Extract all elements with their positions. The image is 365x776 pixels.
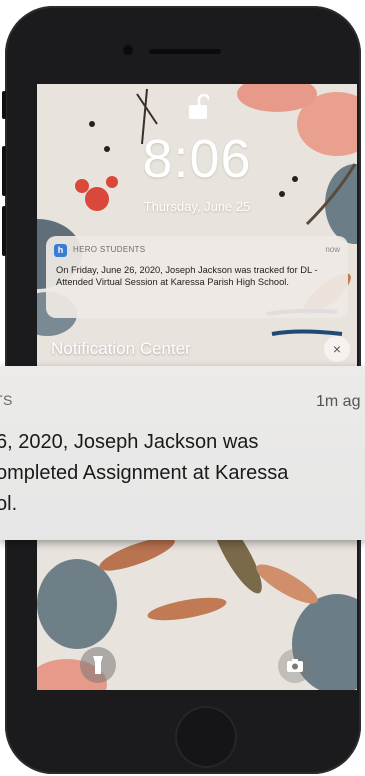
lock-time: 8:06: [142, 129, 252, 189]
unlock-icon: [189, 94, 209, 119]
flashlight-button[interactable]: [80, 647, 116, 683]
expanded-notification-time: 1m ag: [316, 393, 361, 410]
notification-center-label: Notification Center: [51, 339, 191, 358]
expanded-notification-app-name: TS: [0, 392, 13, 408]
notification-body: On Friday, June 26, 2020, Joseph Jackson…: [56, 265, 318, 288]
notification-header: h HERO STUDENTS now: [54, 244, 340, 258]
silent-switch: [2, 91, 6, 119]
camera-icon: [287, 659, 303, 672]
camera-button[interactable]: [278, 649, 312, 683]
volume-up-button: [2, 146, 6, 196]
notification-card[interactable]: h HERO STUDENTS now On Friday, June 26, …: [46, 236, 348, 318]
expanded-notification-line-2: ompleted Assignment at Karessa: [0, 462, 289, 484]
earpiece-speaker: [149, 49, 221, 54]
volume-down-button: [2, 206, 6, 256]
notification-time: now: [325, 245, 340, 254]
lock-date: Thursday, June 25: [143, 199, 251, 214]
front-camera: [123, 45, 133, 55]
notification-app-name: HERO STUDENTS: [73, 245, 146, 254]
hero-students-app-icon: h: [54, 244, 67, 257]
expanded-notification-line-3: ol.: [0, 493, 18, 515]
expanded-notification-card[interactable]: TS 1m ag 6, 2020, Joseph Jackson was omp…: [0, 366, 365, 540]
flashlight-icon: [93, 656, 103, 674]
home-button[interactable]: [175, 706, 237, 768]
close-icon[interactable]: ×: [324, 336, 350, 362]
expanded-notification-line-1: 6, 2020, Joseph Jackson was: [0, 431, 259, 453]
